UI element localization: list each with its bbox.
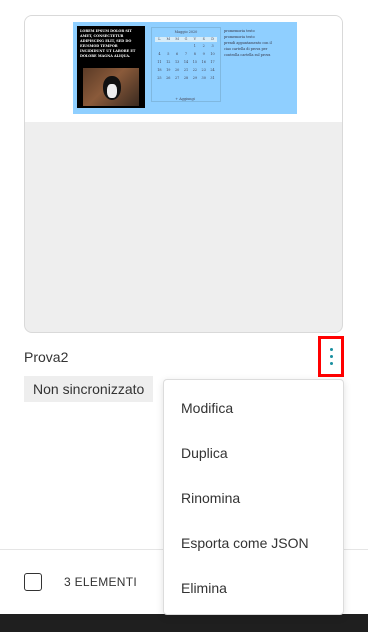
calendar-day <box>173 44 182 48</box>
more-options-button[interactable] <box>318 336 344 377</box>
calendar-day: 8 <box>193 52 196 56</box>
project-card[interactable]: LOREM IPSUM DOLOR SIT AMET, CONSECTETUR … <box>24 15 343 333</box>
calendar-day: 21 <box>183 68 189 72</box>
calendar-day: 10 <box>210 52 215 56</box>
calendar-day: 29 <box>192 76 198 80</box>
calendar-day: 13 <box>174 60 180 64</box>
calendar-day: 11 <box>157 60 162 64</box>
sync-status-badge: Non sincronizzato <box>24 376 154 402</box>
calendar-day: 22 <box>192 68 198 72</box>
calendar-day: 25 <box>157 76 162 80</box>
calendar-day: 20 <box>174 68 180 72</box>
weekday: M <box>175 37 179 41</box>
calendar-day: 30 <box>201 76 206 80</box>
calendar-day: 19 <box>166 68 171 72</box>
weekday: V <box>193 37 197 41</box>
menu-item-elimina[interactable]: Elimina <box>164 568 343 608</box>
options-menu: Modifica Duplica Rinomina Esporta come J… <box>163 379 344 615</box>
thumbnail-intro-text: LOREM IPSUM DOLOR SIT AMET, CONSECTETUR … <box>80 29 136 58</box>
calendar-day <box>182 44 191 48</box>
project-title: Prova2 <box>24 349 69 365</box>
kebab-icon <box>329 348 333 365</box>
calendar-day: 14 <box>183 60 189 64</box>
calendar-days: 1 2 3 4 5 6 7 8 9 10 11 12 13 14 15 16 17 18 19 20 21 22 23 24 2… <box>155 44 217 80</box>
calendar-day: 5 <box>167 52 170 56</box>
calendar-day: 9 <box>202 52 205 56</box>
calendar-day: 26 <box>166 76 171 80</box>
weekday: G <box>184 37 188 41</box>
calendar-weekdays: L M M G V S D <box>155 37 217 42</box>
calendar-day: 3 <box>211 44 214 48</box>
weekday: S <box>202 37 205 41</box>
calendar-day: 1 <box>193 44 196 48</box>
calendar-day: 24 <box>210 68 215 72</box>
menu-item-duplica[interactable]: Duplica <box>164 433 343 473</box>
weekday: D <box>211 37 214 41</box>
calendar-day <box>164 44 173 48</box>
calendar-day: 17 <box>210 60 215 64</box>
bottom-bar <box>0 614 368 632</box>
calendar-day: 2 <box>202 44 205 48</box>
note-line: controlla cartella sul prova <box>224 53 271 57</box>
calendar-day: 15 <box>192 60 198 64</box>
dog-face <box>107 84 117 98</box>
calendar-day: 4 <box>158 52 161 56</box>
calendar-day: 27 <box>174 76 180 80</box>
dog-photo <box>83 68 139 106</box>
calendar-day: 18 <box>157 68 162 72</box>
calendar-day: 16 <box>201 60 206 64</box>
calendar-day: 23 <box>201 68 206 72</box>
weekday: L <box>158 37 161 41</box>
menu-item-esporta-json[interactable]: Esporta come JSON <box>164 523 343 563</box>
calendar-footer: + Aggiungi <box>175 97 195 101</box>
weekday: M <box>166 37 171 41</box>
thumbnail-calendar: Maggio 2020 L M M G V S D 1 2 3 4 5 6 7 8 9 10 11 1… <box>151 27 221 102</box>
card-preview-area: LOREM IPSUM DOLOR SIT AMET, CONSECTETUR … <box>25 16 342 122</box>
project-thumbnail: LOREM IPSUM DOLOR SIT AMET, CONSECTETUR … <box>73 22 297 114</box>
calendar-day: 12 <box>166 60 171 64</box>
calendar-day <box>155 44 164 48</box>
item-count: 3 ELEMENTI <box>64 575 138 589</box>
menu-item-modifica[interactable]: Modifica <box>164 388 343 428</box>
calendar-day: 31 <box>210 76 215 80</box>
calendar-day: 28 <box>183 76 189 80</box>
calendar-day: 6 <box>176 52 179 56</box>
select-all-checkbox[interactable] <box>24 573 42 591</box>
calendar-day: 7 <box>184 52 188 56</box>
calendar-title: Maggio 2020 <box>174 30 198 34</box>
thumbnail-notes: promemoria testo promemoria testo prendi a… <box>224 28 294 58</box>
thumbnail-text-block: LOREM IPSUM DOLOR SIT AMET, CONSECTETUR … <box>77 26 145 108</box>
menu-item-rinomina[interactable]: Rinomina <box>164 478 343 518</box>
